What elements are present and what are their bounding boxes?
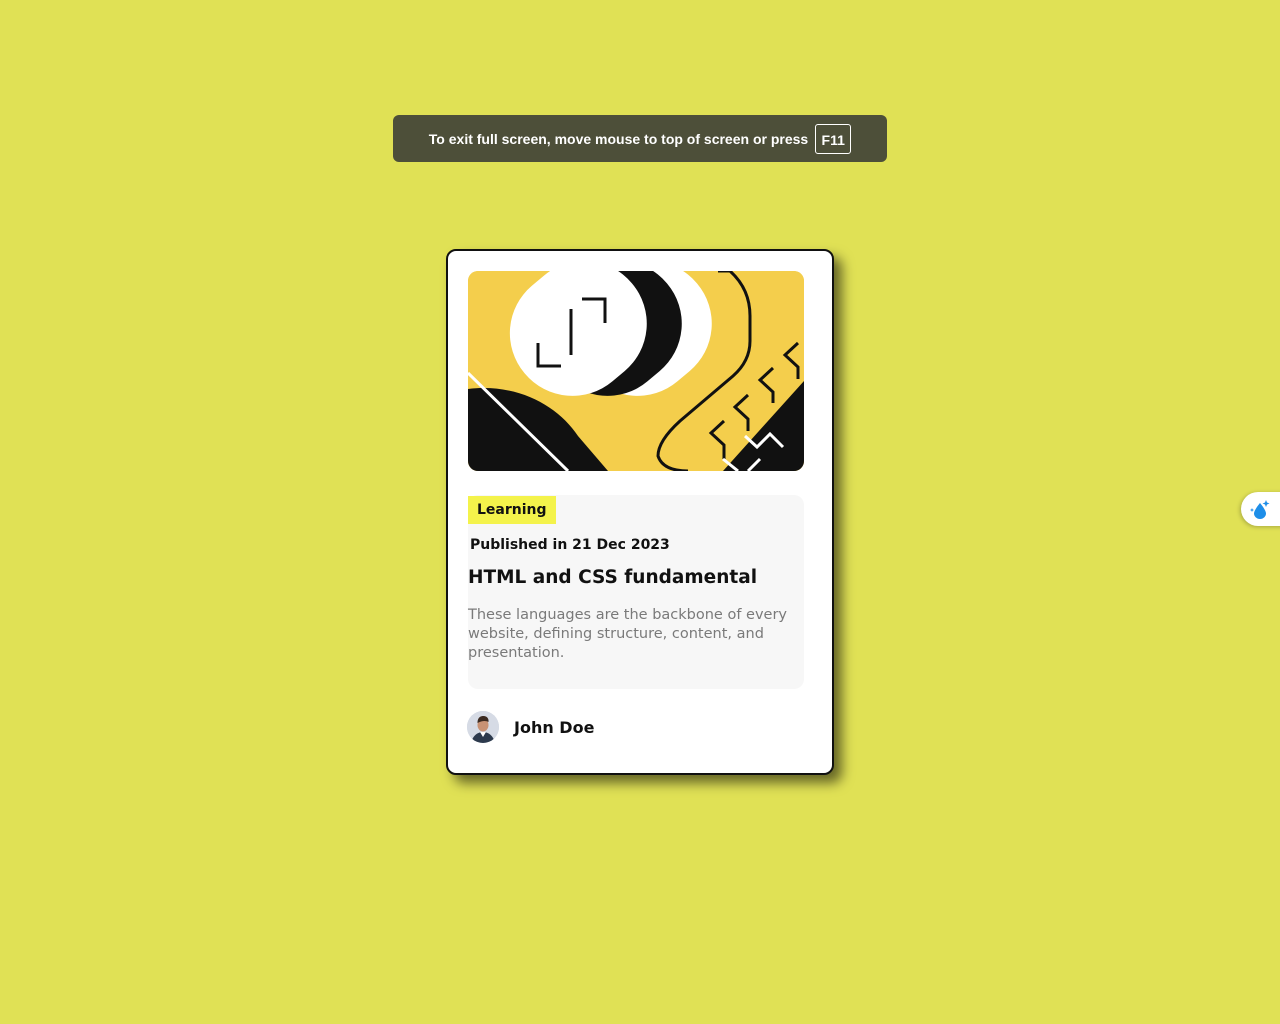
card-content: Learning Published in 21 Dec 2023 HTML a… (468, 495, 804, 689)
category-badge: Learning (468, 496, 556, 524)
f11-key-hint: F11 (815, 123, 852, 154)
avatar (467, 711, 499, 743)
publish-date: Published in 21 Dec 2023 (470, 537, 670, 553)
water-drop-sparkle-icon (1250, 500, 1270, 519)
fullscreen-exit-banner: To exit full screen, move mouse to top o… (393, 115, 887, 162)
card-illustration (468, 271, 804, 471)
avatar-portrait (467, 711, 499, 743)
fullscreen-banner-message: To exit full screen, move mouse to top o… (428, 130, 809, 147)
author-info: John Doe (467, 710, 594, 744)
extension-side-widget[interactable] (1241, 492, 1280, 526)
card-title[interactable]: HTML and CSS fundamental (468, 567, 757, 588)
card-description: These languages are the backbone of ever… (468, 607, 787, 661)
author-name: John Doe (514, 717, 595, 737)
abstract-illustration (468, 271, 804, 471)
blog-preview-card: Learning Published in 21 Dec 2023 HTML a… (446, 249, 834, 775)
